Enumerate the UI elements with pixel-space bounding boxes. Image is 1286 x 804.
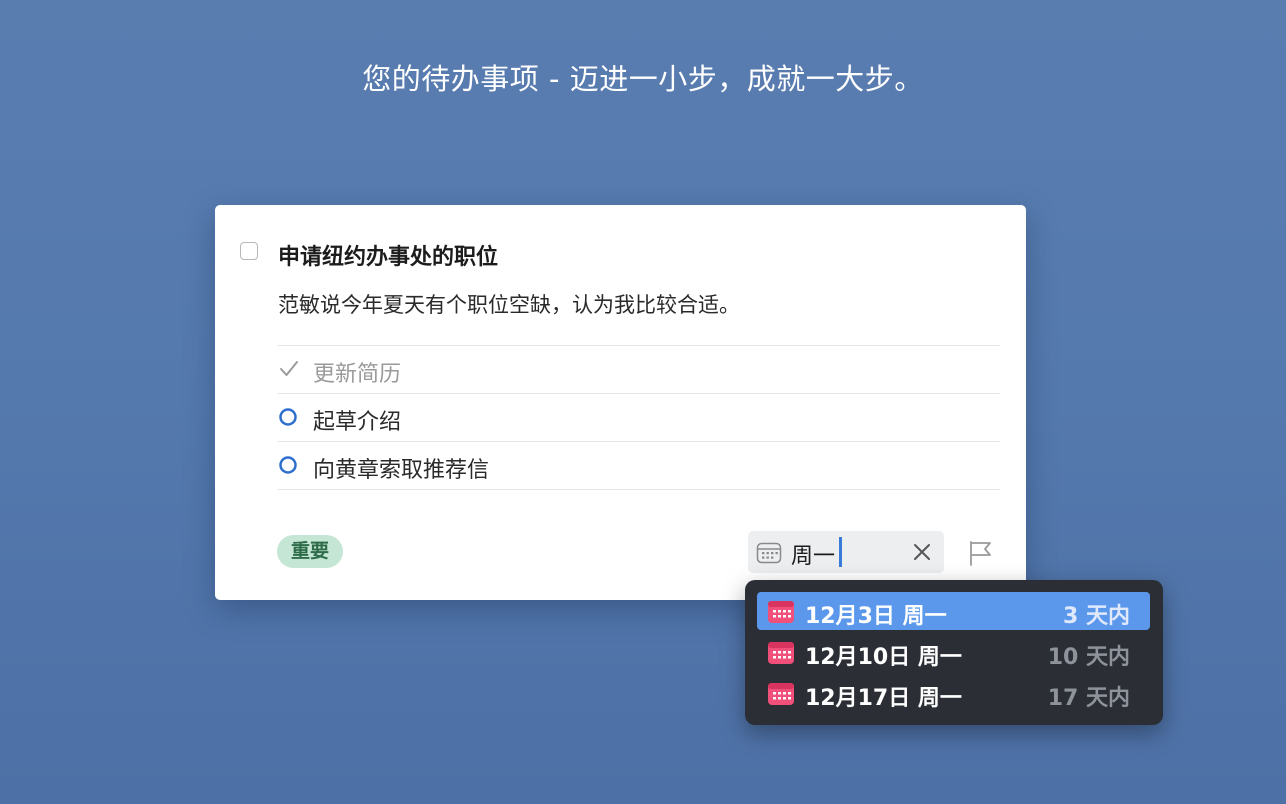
checklist-item[interactable]: 起草介绍 — [278, 394, 1000, 442]
date-suggestion[interactable]: 12月10日 周一 10 天内 — [757, 633, 1150, 671]
checklist-item[interactable]: 更新简历 — [278, 346, 1000, 394]
checklist-item[interactable]: 向黄章索取推荐信 — [278, 442, 1000, 490]
date-suggestion[interactable]: 12月3日 周一 3 天内 — [757, 592, 1150, 630]
checklist-item-label: 向黄章索取推荐信 — [313, 458, 490, 483]
headline: 您的待办事项 - 迈进一小步，成就一大步。 — [362, 62, 924, 96]
checklist-item-label: 起草介绍 — [313, 410, 402, 435]
calendar-icon — [756, 542, 782, 564]
close-icon[interactable] — [912, 542, 932, 562]
tag-important[interactable]: 重要 — [277, 535, 344, 568]
circle-icon[interactable] — [278, 454, 300, 476]
suggestion-relative: 10 天内 — [1047, 645, 1130, 670]
checklist-item-label: 更新简历 — [313, 362, 402, 387]
task-card: 申请纽约办事处的职位 范敏说今年夏天有个职位空缺，认为我比较合适。 更新简历 起… — [215, 205, 1026, 600]
date-suggestion[interactable]: 12月17日 周一 17 天内 — [757, 674, 1150, 712]
circle-icon[interactable] — [278, 406, 300, 428]
suggestion-date: 12月17日 周一 — [805, 686, 962, 711]
text-caret — [839, 537, 842, 567]
suggestion-relative: 17 天内 — [1047, 686, 1130, 711]
calendar-icon — [768, 601, 794, 623]
task-title[interactable]: 申请纽约办事处的职位 — [278, 239, 498, 271]
suggestion-relative: 3 天内 — [1063, 604, 1130, 629]
flag-icon[interactable] — [967, 539, 993, 567]
checkmark-icon[interactable] — [278, 358, 300, 380]
checklist: 更新简历 起草介绍 向黄章索取推荐信 — [278, 345, 1000, 490]
calendar-icon — [768, 683, 794, 705]
suggestion-date: 12月10日 周一 — [805, 645, 962, 670]
task-checkbox[interactable] — [240, 242, 258, 260]
when-date-input[interactable]: 周一 — [748, 531, 944, 573]
suggestion-date: 12月3日 周一 — [805, 604, 947, 629]
date-input-value: 周一 — [791, 544, 836, 569]
calendar-icon — [768, 642, 794, 664]
date-suggestions-popup: 12月3日 周一 3 天内 12月10日 周一 10 天内 12月17日 周一 … — [745, 580, 1163, 725]
task-notes[interactable]: 范敏说今年夏天有个职位空缺，认为我比较合适。 — [278, 289, 740, 319]
